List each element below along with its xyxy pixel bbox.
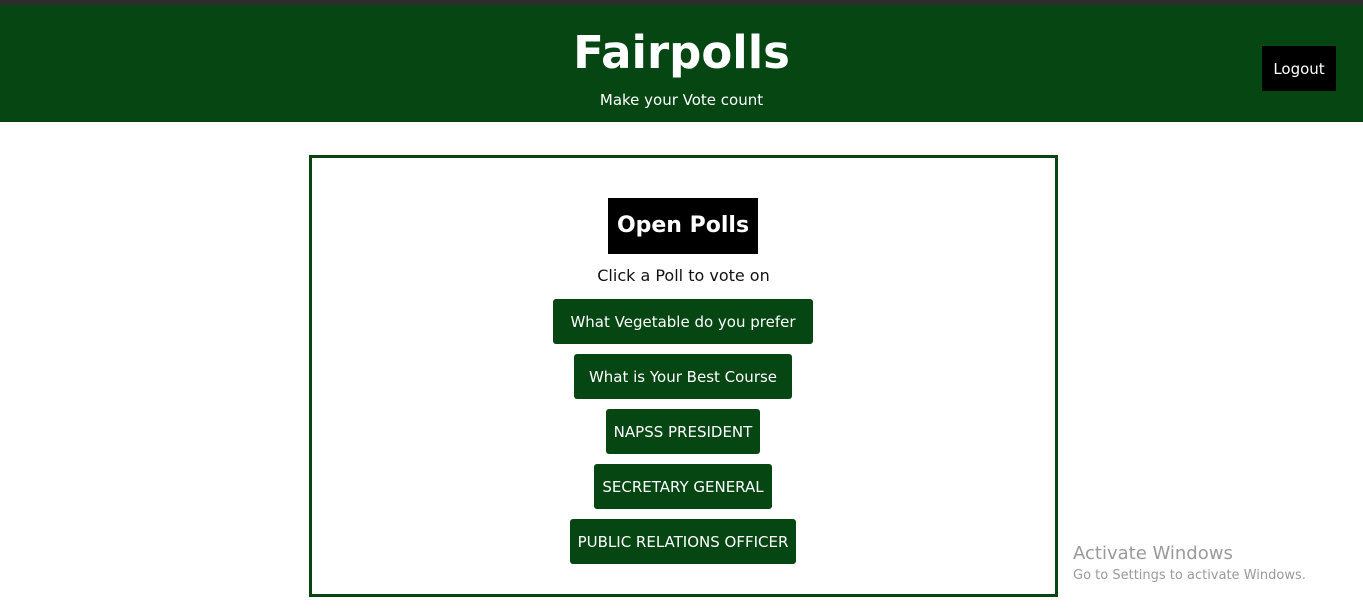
logout-button[interactable]: Logout [1262, 46, 1336, 91]
poll-button-napss-president[interactable]: NAPSS PRESIDENT [606, 409, 760, 454]
brand-tagline: Make your Vote count [599, 91, 764, 109]
poll-button-secretary-general[interactable]: SECRETARY GENERAL [594, 464, 772, 509]
poll-button-best-course[interactable]: What is Your Best Course [574, 354, 792, 399]
poll-list: What Vegetable do you prefer What is You… [312, 158, 1055, 594]
brand-title: Fairpolls [573, 26, 790, 79]
app-header: Fairpolls Make your Vote count Logout [0, 5, 1363, 122]
watermark-subtitle: Go to Settings to activate Windows. [1073, 568, 1306, 583]
open-polls-panel: Open Polls Click a Poll to vote on What … [309, 155, 1058, 597]
poll-button-public-relations-officer[interactable]: PUBLIC RELATIONS OFFICER [570, 519, 796, 564]
poll-button-vegetable[interactable]: What Vegetable do you prefer [553, 299, 813, 344]
watermark-title: Activate Windows [1073, 543, 1233, 564]
activate-windows-watermark: Activate Windows Go to Settings to activ… [1073, 543, 1306, 586]
